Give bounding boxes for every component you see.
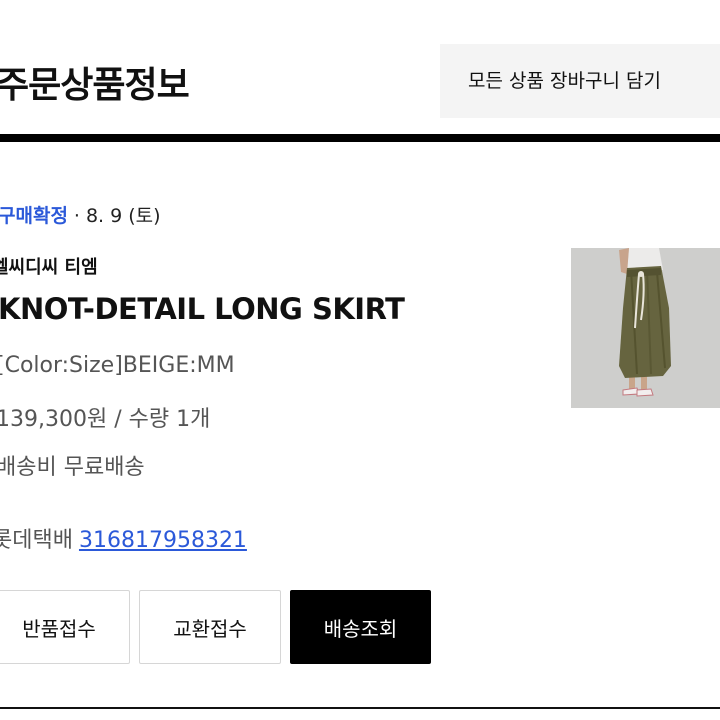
- exchange-request-button[interactable]: 교환접수: [139, 590, 281, 664]
- order-status-line: 구매확정 · 8. 9 (토): [0, 201, 161, 228]
- status-separator: ·: [73, 205, 80, 227]
- header-divider: [0, 134, 720, 142]
- add-all-to-cart-button[interactable]: 모든 상품 장바구니 담기: [440, 44, 720, 118]
- product-photo-icon: [571, 248, 720, 408]
- shipping-fee: 배송비 무료배송: [0, 455, 145, 480]
- product-option: [Color:Size]BEIGE:MM: [0, 353, 235, 378]
- tracking-number-link[interactable]: 316817958321: [79, 528, 247, 553]
- product-thumbnail[interactable]: [571, 248, 720, 408]
- tracking-info: 롯데택배 316817958321: [0, 522, 247, 554]
- brand-name[interactable]: 엘씨디씨 티엠: [0, 253, 98, 279]
- track-shipment-button[interactable]: 배송조회: [290, 590, 431, 664]
- order-status-badge: 구매확정: [0, 205, 68, 227]
- page-title: 주문상품정보: [0, 65, 190, 106]
- bottom-divider: [0, 707, 720, 709]
- order-date: 8. 9 (토): [85, 205, 161, 227]
- courier-name: 롯데택배: [0, 528, 73, 553]
- product-name[interactable]: KNOT-DETAIL LONG SKIRT: [0, 292, 405, 326]
- return-request-button[interactable]: 반품접수: [0, 590, 130, 664]
- price-quantity: 139,300원 / 수량 1개: [0, 407, 211, 432]
